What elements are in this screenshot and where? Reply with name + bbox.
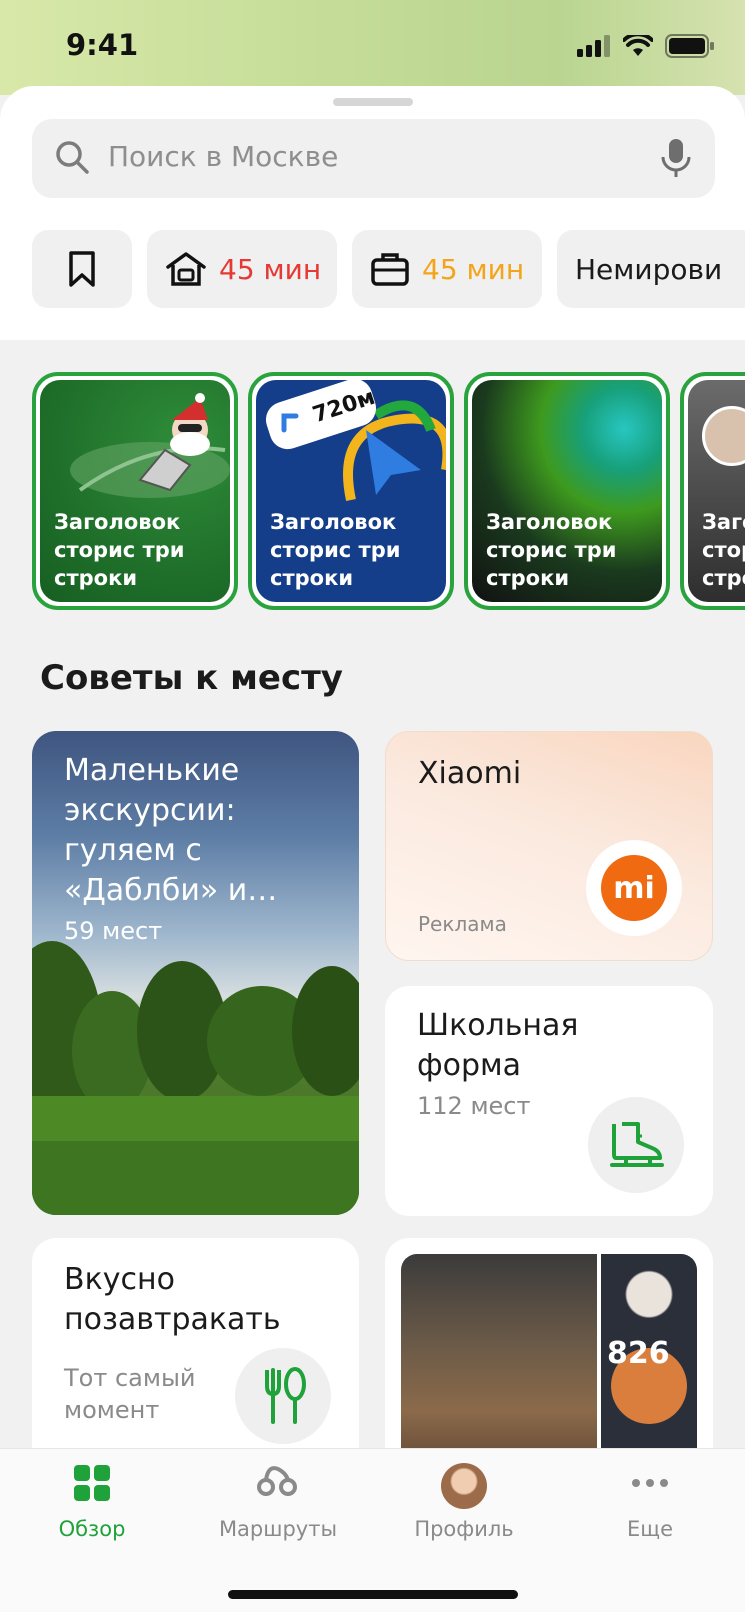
tab-more-label: Еще (627, 1517, 673, 1541)
photos-count: 826 (607, 1336, 670, 1371)
place-chip-label: Немирови (575, 252, 723, 286)
story-image: 720м Заголовок сторис три строки (256, 380, 446, 602)
story-title: Заголовок сторис три строки (270, 510, 401, 590)
xiaomi-title: Xiaomi (418, 756, 522, 791)
status-bar: 9:41 (0, 0, 745, 95)
wifi-icon (623, 35, 653, 56)
breakfast-card[interactable]: Вкусно позавтракать Тот самый момент (32, 1238, 359, 1478)
routes-icon (257, 1466, 297, 1496)
work-route-time: 45 мин (422, 252, 525, 286)
tab-bar: Обзор Маршруты Профиль Еще (0, 1448, 745, 1612)
story-card[interactable]: 720м Заголовок сторис три строки (248, 372, 454, 610)
excursions-card[interactable]: Маленькие экскурсии: гуляем с «Даблби» и… (32, 731, 359, 1215)
status-icons (577, 34, 715, 58)
sheet-grabber[interactable] (333, 98, 413, 106)
restaurant-photo (401, 1254, 597, 1478)
place-chip[interactable]: Немирови (557, 230, 745, 308)
profile-avatar (441, 1463, 487, 1509)
status-time: 9:41 (66, 28, 139, 62)
bookmark-icon (69, 251, 95, 287)
story-title: Заголовок сторис три строки (54, 510, 185, 590)
story-title: Заголовок сторис три строки (702, 510, 745, 590)
bookmarks-chip[interactable] (32, 230, 132, 308)
tab-profile-label: Профиль (414, 1517, 514, 1541)
more-dots-icon (632, 1479, 668, 1487)
quick-chips: 45 мин 45 мин Немирови (32, 230, 745, 308)
xiaomi-logo: mi (586, 840, 682, 936)
search-sheet: Поиск в Москве 45 мин 45 мин Немирови (0, 86, 745, 340)
school-title: Школьная форма (417, 1008, 579, 1083)
tab-routes-label: Маршруты (218, 1517, 338, 1541)
story-card[interactable]: Заголовок сторис три строки (464, 372, 670, 610)
tab-overview[interactable]: Обзор (12, 1463, 172, 1541)
cutlery-icon (235, 1348, 331, 1444)
tab-profile[interactable]: Профиль (384, 1463, 544, 1541)
story-avatar (702, 406, 745, 466)
ad-label: Реклама (418, 912, 507, 936)
home-indicator[interactable] (228, 1590, 518, 1599)
tab-more[interactable]: Еще (570, 1463, 730, 1541)
tab-overview-label: Обзор (58, 1517, 126, 1541)
work-route-chip[interactable]: 45 мин (352, 230, 542, 308)
story-image: Заголовок сторис три строки (688, 380, 745, 602)
home-route-time: 45 мин (219, 252, 322, 286)
story-title: Заголовок сторис три строки (486, 510, 617, 590)
section-title: Советы к месту (40, 658, 343, 698)
story-card[interactable]: Заголовок сторис три строки (680, 372, 745, 610)
microphone-icon[interactable] (659, 137, 693, 179)
search-input[interactable]: Поиск в Москве (108, 140, 338, 173)
grid-icon (74, 1465, 110, 1501)
home-route-chip[interactable]: 45 мин (147, 230, 337, 308)
home-icon (166, 252, 206, 286)
battery-icon (665, 34, 714, 58)
story-card[interactable]: Заголовок сторис три строки (32, 372, 238, 610)
stories-row: Заголовок сторис три строки 720м Заголов… (0, 372, 745, 612)
story-image: Заголовок сторис три строки (40, 380, 230, 602)
briefcase-icon (371, 253, 409, 286)
school-uniform-card[interactable]: Школьная форма 112 мест (385, 986, 713, 1216)
xiaomi-logo-mark: mi (601, 855, 667, 921)
search-bar[interactable]: Поиск в Москве (32, 119, 715, 198)
excursions-title: Маленькие экскурсии: гуляем с «Даблби» и… (64, 753, 278, 908)
story-image: Заголовок сторис три строки (472, 380, 662, 602)
photos-card[interactable]: 826 (385, 1238, 713, 1478)
xiaomi-ad-card[interactable]: Xiaomi Реклама mi (385, 731, 713, 961)
signal-icon (577, 35, 610, 57)
excursions-count: 59 мест (64, 917, 163, 945)
breakfast-subtitle: Тот самый момент (64, 1364, 196, 1424)
breakfast-title: Вкусно позавтракать (64, 1262, 281, 1337)
school-count: 112 мест (417, 1092, 531, 1120)
tab-routes[interactable]: Маршруты (198, 1463, 358, 1541)
skate-icon (588, 1097, 684, 1193)
search-icon (56, 141, 89, 174)
